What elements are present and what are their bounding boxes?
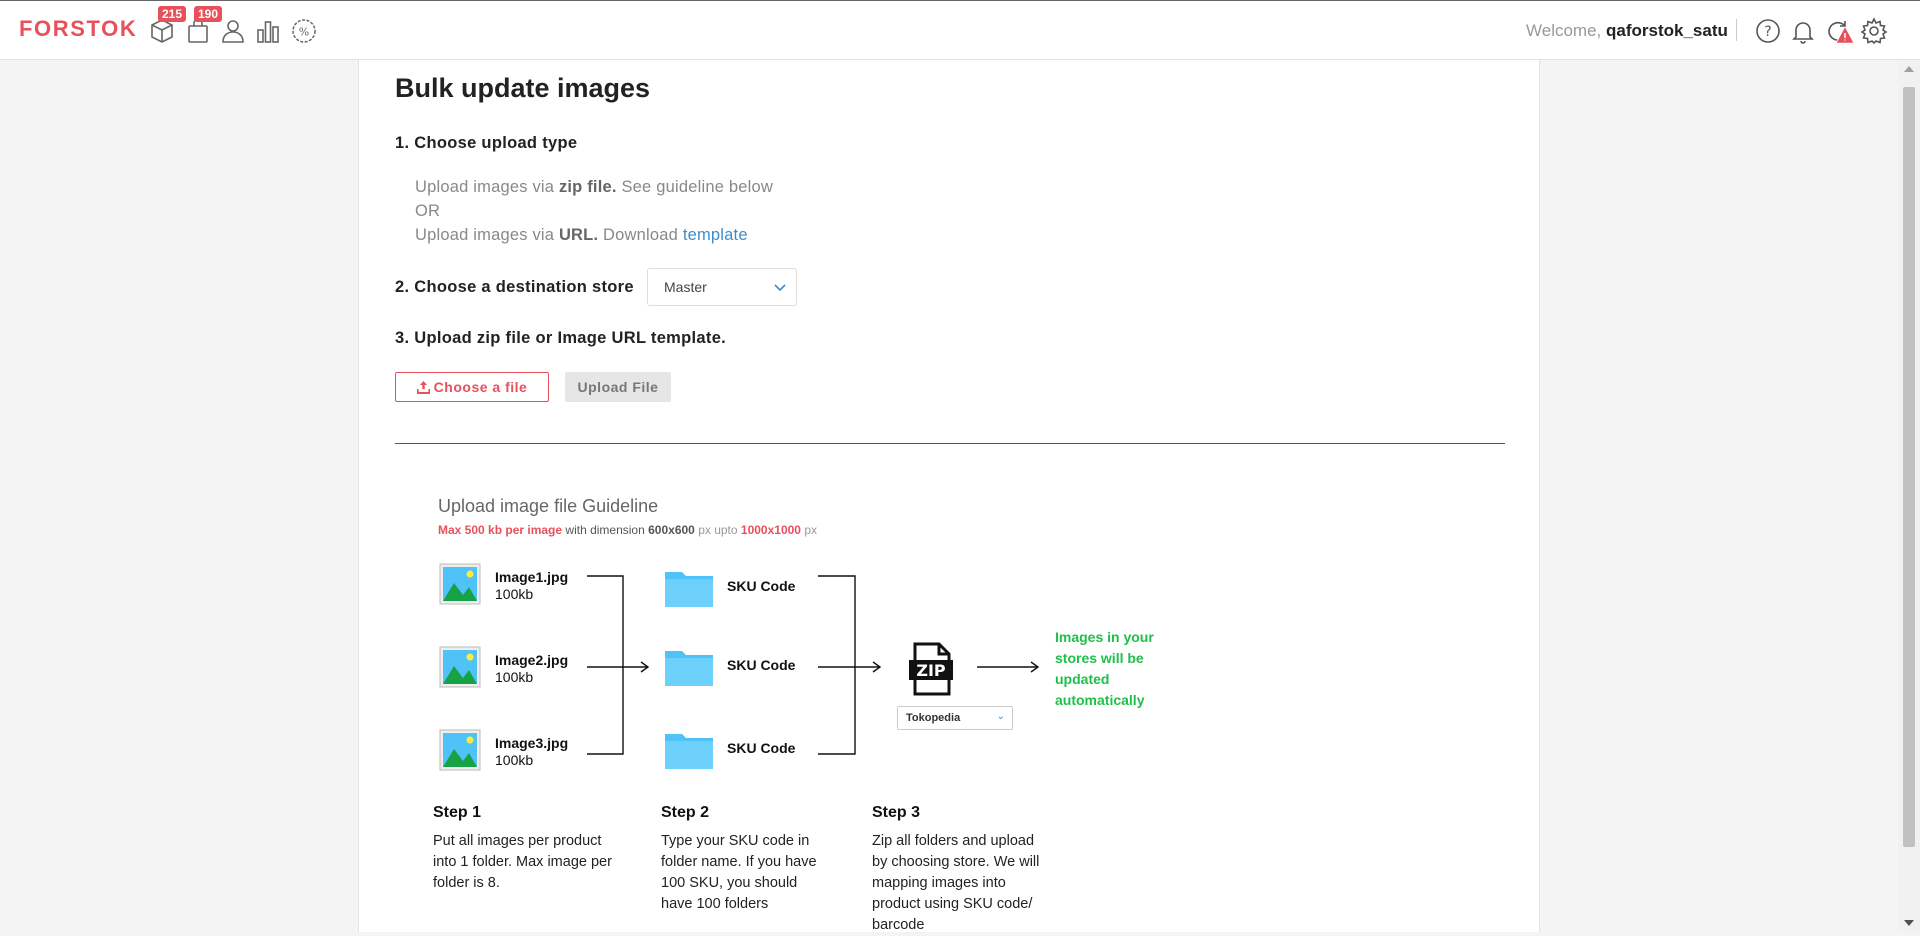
image-filename: Image1.jpg [495, 569, 569, 585]
step3-text: Zip all folders and upload by choosing s… [872, 833, 1040, 933]
folder-sku-label: SKU Code [727, 578, 796, 594]
folder-icon [665, 734, 713, 769]
help-button[interactable]: ? [1754, 17, 1782, 45]
image-filename: Image3.jpg [495, 735, 569, 751]
folder-sku-label: SKU Code [727, 657, 796, 673]
guideline-subtitle: Max 500 kb per image with dimension 600x… [438, 523, 817, 537]
welcome-message: Welcome, qaforstok_satu [1526, 21, 1728, 41]
user-icon [222, 20, 244, 43]
scroll-up-arrow[interactable] [1904, 66, 1914, 72]
products-count-badge: 215 [158, 6, 187, 22]
choose-file-label: Choose a file [433, 379, 528, 395]
step3-title: Step 3 [872, 804, 921, 821]
step1-heading: 1. Choose upload type [395, 134, 578, 152]
dimension-label: with dimension [565, 523, 645, 537]
image-file-icon [439, 729, 481, 771]
result-text: Images in your stores will be updated au… [1055, 629, 1154, 708]
url-option-bold: URL. [558, 226, 599, 244]
max-size-text: Max 500 kb per image [438, 523, 563, 537]
upload-icon [416, 380, 430, 394]
section-divider [395, 443, 1505, 444]
folder-icon [665, 572, 713, 607]
max-dimension: 1000x1000 [740, 523, 801, 537]
step3-heading: 3. Upload zip file or Image URL template… [395, 329, 727, 347]
chevron-down-icon [774, 284, 786, 292]
folder-icon [665, 651, 713, 686]
nav-promotions[interactable]: % [290, 17, 318, 45]
destination-store-select[interactable]: Master [647, 268, 797, 306]
store-select-value: Tokopedia [906, 712, 961, 724]
image-filesize: 100kb [495, 586, 534, 602]
sync-alert-icon [1828, 21, 1854, 43]
welcome-divider [1736, 19, 1737, 41]
image-filesize: 100kb [495, 669, 534, 685]
notifications-button[interactable] [1789, 17, 1817, 45]
zip-option-prefix: Upload images via [415, 178, 555, 196]
step2-title: Step 2 [661, 804, 710, 821]
step2-text: Type your SKU code in folder name. If yo… [661, 833, 817, 912]
bulk-update-panel: Bulk update images 1. Choose upload type… [358, 60, 1540, 933]
welcome-label: Welcome, [1526, 21, 1602, 40]
folder-sku-label: SKU Code [727, 740, 796, 756]
nav-customers[interactable] [219, 17, 247, 45]
image-file-icon [439, 563, 481, 605]
zip-option-suffix: See guideline below [621, 178, 773, 196]
image-filesize: 100kb [495, 752, 534, 768]
choose-file-button[interactable]: Choose a file [395, 372, 549, 402]
scroll-down-arrow[interactable] [1904, 920, 1914, 926]
image-file-icon [439, 646, 481, 688]
destination-store-value: Master [664, 279, 707, 295]
page-scrollbar[interactable] [1898, 60, 1920, 932]
bar-chart-icon [257, 21, 279, 43]
url-option-text: Upload images via URL. Download template [415, 226, 748, 245]
page-title: Bulk update images [395, 73, 651, 103]
scroll-thumb[interactable] [1903, 87, 1915, 847]
bell-icon [1792, 22, 1814, 44]
px-upto-label: px upto [698, 523, 738, 537]
nav-orders[interactable]: 190 [184, 6, 223, 45]
download-template-link[interactable]: template [683, 226, 748, 244]
zip-option-bold: zip file. [558, 178, 617, 196]
svg-text:%: % [299, 26, 309, 39]
url-option-suffix: Download [603, 226, 679, 244]
zip-label: ZIP [916, 661, 946, 680]
orders-count-badge: 190 [194, 6, 223, 22]
svg-text:?: ? [1764, 24, 1771, 40]
image-filename: Image2.jpg [495, 652, 569, 668]
step1-text: Put all images per product into 1 folder… [433, 833, 612, 891]
settings-button[interactable] [1860, 17, 1888, 45]
nav-products[interactable]: 215 [148, 6, 187, 45]
nav-reports[interactable] [254, 17, 282, 45]
url-option-prefix: Upload images via [415, 226, 555, 244]
or-text: OR [415, 202, 441, 220]
step1-title: Step 1 [433, 804, 482, 821]
zip-file-icon: ZIP [909, 642, 953, 696]
help-icon: ? [1756, 19, 1780, 43]
step2-heading: 2. Choose a destination store [395, 278, 634, 296]
discount-icon: % [292, 19, 316, 43]
min-dimension: 600x600 [648, 523, 695, 537]
guideline-title: Upload image file Guideline [438, 496, 659, 516]
forstok-logo[interactable]: FORSTOK [19, 16, 137, 42]
gear-icon [1860, 17, 1888, 45]
store-select-illustration: Tokopedia ⌄ [897, 706, 1013, 730]
zip-option-text: Upload images via zip file. See guidelin… [415, 178, 773, 197]
sync-status-button[interactable] [1825, 17, 1854, 45]
upload-file-button[interactable]: Upload File [565, 372, 671, 402]
username[interactable]: qaforstok_satu [1606, 21, 1728, 40]
top-navbar: FORSTOK 215 190 % Welcome, qaforstok_sat… [0, 0, 1920, 60]
chevron-down-icon: ⌄ [996, 711, 1005, 722]
px-label: px [804, 523, 818, 537]
